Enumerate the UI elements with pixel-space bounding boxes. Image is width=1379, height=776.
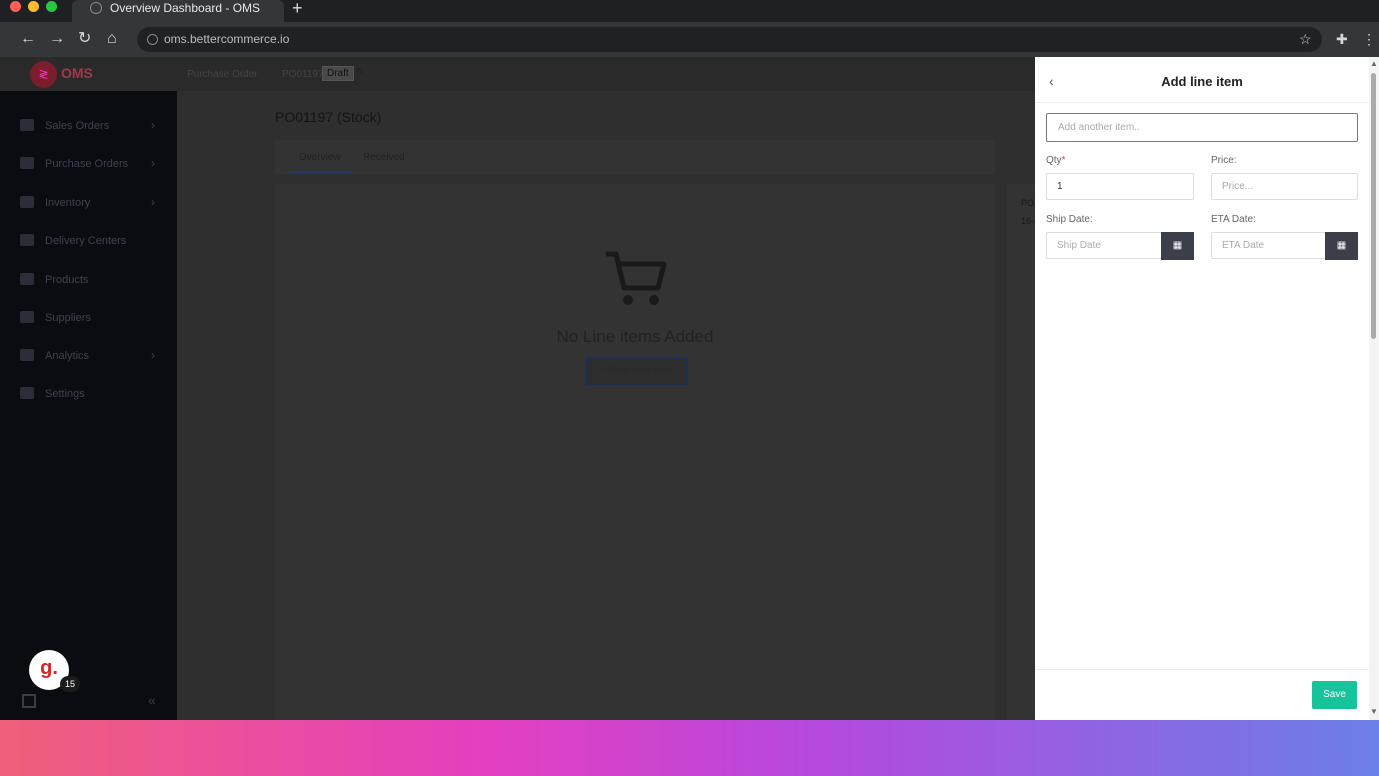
minimize-window-button[interactable]	[28, 1, 39, 12]
sidebar-item-label: Products	[45, 274, 89, 286]
extensions-icon[interactable]: ✚	[1336, 31, 1348, 48]
shopping-cart-icon	[606, 251, 667, 305]
sidebar-item-label: Delivery Centers	[45, 235, 127, 247]
empty-state-message: No Line items Added	[556, 327, 714, 346]
qty-input[interactable]	[1046, 173, 1194, 200]
home-icon[interactable]: ⌂	[107, 30, 117, 48]
chevron-left-icon[interactable]: ‹	[1049, 74, 1054, 88]
active-tab-indicator	[289, 171, 351, 173]
page-title: PO01197 (Stock)	[275, 109, 382, 125]
chevron-right-icon: ›	[151, 156, 155, 170]
bookmark-star-icon[interactable]: ☆	[1299, 31, 1312, 48]
close-window-button[interactable]	[10, 1, 21, 12]
sidebar-item-sales-orders[interactable]: Sales Orders ›	[0, 116, 177, 136]
drawer-scrollbar[interactable]: ▲ ▼	[1369, 57, 1379, 720]
drawer-title: Add line item	[1161, 74, 1243, 89]
warehouse-icon	[20, 234, 34, 246]
save-button[interactable]: Save	[1312, 681, 1357, 709]
sidebar-item-label: Settings	[45, 388, 85, 400]
tab-overview[interactable]: Overview	[299, 152, 341, 163]
ship-date-label: Ship Date:	[1046, 214, 1093, 225]
new-line-item-button[interactable]: + New Line Item	[585, 357, 688, 385]
breadcrumb-purchase-order[interactable]: Purchase Order	[187, 69, 258, 80]
scrollbar-thumb[interactable]	[1371, 73, 1376, 339]
sidebar-item-settings[interactable]: Settings	[0, 384, 177, 404]
url-text: oms.bettercommerce.io	[164, 32, 290, 46]
forward-arrow-icon[interactable]: →	[49, 30, 65, 48]
drawer-footer-divider	[1035, 669, 1369, 670]
back-arrow-icon[interactable]: ←	[20, 30, 36, 48]
new-tab-button[interactable]: +	[292, 0, 303, 19]
po-details-panel: PO 16-	[1007, 184, 1035, 720]
scroll-down-icon[interactable]: ▼	[1370, 707, 1378, 716]
sidebar-item-label: Purchase Orders	[45, 158, 129, 170]
sidebar-item-label: Sales Orders	[45, 120, 110, 132]
app-topbar: ≷ OMS Purchase Order PO01197 Draft ✎	[0, 57, 1035, 91]
sidebar-item-inventory[interactable]: Inventory ›	[0, 193, 177, 213]
sidebar: Sales Orders › Purchase Orders › Invento…	[0, 91, 177, 720]
site-info-icon[interactable]	[147, 34, 158, 45]
qty-label: Qty*	[1046, 155, 1066, 166]
logo-text: OMS	[61, 65, 93, 81]
add-line-item-drawer: Add line item ‹ Qty* Price: Ship Date: ▦…	[1035, 57, 1379, 720]
sidebar-item-products[interactable]: Products	[0, 270, 177, 290]
notification-badge: 15	[60, 676, 80, 692]
line-items-card: No Line items Added + New Line Item	[275, 184, 995, 720]
item-search-input[interactable]	[1046, 113, 1358, 142]
document-icon	[20, 157, 34, 169]
oms-app: ≷ OMS Purchase Order PO01197 Draft ✎ Sal…	[0, 57, 1035, 720]
sidebar-item-label: Inventory	[45, 197, 91, 209]
sidebar-item-label: Suppliers	[45, 312, 91, 324]
cube-icon	[20, 273, 34, 285]
grid-icon[interactable]	[22, 694, 36, 708]
ship-date-input[interactable]	[1046, 232, 1162, 259]
logo-icon: ≷	[30, 61, 57, 88]
scroll-up-icon[interactable]: ▲	[1370, 59, 1378, 68]
eta-date-label: ETA Date:	[1211, 214, 1256, 225]
po-detail-date: 16-	[1021, 216, 1035, 226]
sidebar-item-label: Analytics	[45, 350, 90, 362]
ship-date-calendar-icon[interactable]: ▦	[1161, 232, 1194, 260]
tab-received[interactable]: Received	[363, 152, 405, 163]
browser-tab-bar: Overview Dashboard - OMS +	[0, 0, 1379, 22]
sidebar-item-delivery-centers[interactable]: Delivery Centers	[0, 231, 177, 251]
status-badge: Draft	[322, 66, 354, 81]
po-detail-label: PO	[1021, 198, 1035, 208]
gear-icon	[20, 387, 34, 399]
tabs: Overview Received	[275, 140, 995, 174]
bottom-gradient-band	[0, 720, 1379, 776]
sidebar-item-suppliers[interactable]: Suppliers	[0, 308, 177, 328]
chevron-right-icon: ›	[151, 118, 155, 132]
drawer-header: Add line item ‹	[1035, 57, 1369, 103]
address-bar[interactable]: oms.bettercommerce.io	[137, 27, 1322, 52]
boxes-icon	[20, 196, 34, 208]
edit-icon[interactable]: ✎	[356, 67, 364, 78]
maximize-window-button[interactable]	[46, 1, 57, 12]
users-icon	[20, 311, 34, 323]
eta-date-input[interactable]	[1211, 232, 1326, 259]
browser-tab-title: Overview Dashboard - OMS	[110, 1, 261, 15]
price-label: Price:	[1211, 155, 1237, 166]
browser-menu-icon[interactable]: ⋮	[1362, 31, 1376, 48]
sidebar-item-analytics[interactable]: Analytics ›	[0, 346, 177, 366]
collapse-sidebar-icon[interactable]: «	[148, 692, 156, 708]
browser-toolbar: ← → ↻ ⌂ oms.bettercommerce.io ☆ ✚ ⋮	[0, 22, 1379, 57]
globe-icon	[90, 2, 102, 14]
breadcrumb-po-number: PO01197	[282, 69, 324, 80]
browser-tab[interactable]: Overview Dashboard - OMS	[72, 0, 284, 22]
reload-icon[interactable]: ↻	[78, 30, 91, 48]
chevron-right-icon: ›	[151, 348, 155, 362]
eta-date-calendar-icon[interactable]: ▦	[1325, 232, 1358, 260]
chart-icon	[20, 349, 34, 361]
chevron-right-icon: ›	[151, 195, 155, 209]
price-input[interactable]	[1211, 173, 1358, 200]
sidebar-item-purchase-orders[interactable]: Purchase Orders ›	[0, 154, 177, 174]
truck-icon	[20, 119, 34, 131]
